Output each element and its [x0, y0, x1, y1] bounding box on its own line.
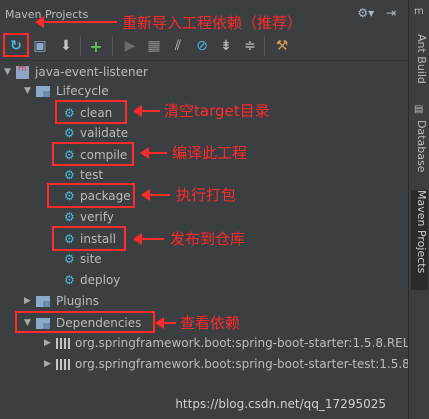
annotation-package: 执行打包 [176, 186, 237, 204]
annotation-clean: 清空target目录 [164, 102, 270, 120]
expand-arrow-icon[interactable]: ▼ [4, 67, 16, 77]
side-tool-strip: m Ant Build ▤ Database Maven Projects [408, 0, 429, 419]
run-icon[interactable]: ▶ [120, 37, 140, 55]
folder-icon [36, 295, 50, 307]
dependencies-highlight [15, 311, 155, 333]
tab-maven-projects[interactable]: Maven Projects [411, 190, 428, 290]
dependency-label: org.springframework.boot:spring-boot-sta… [75, 357, 410, 371]
gear-icon: ⚙ [64, 168, 75, 182]
gear-icon: ⚙ [64, 210, 75, 224]
annotation-arrow [155, 317, 176, 329]
watermark-text: https://blog.csdn.net/qq_17295025 [175, 397, 386, 411]
toolbar-separator [80, 36, 81, 56]
annotation-install: 发布到仓库 [170, 230, 246, 248]
package-highlight [47, 183, 135, 208]
annotation-reimport: 重新导入工程依赖（推荐） [122, 14, 303, 32]
dependency-label: org.springframework.boot:spring-boot-sta… [75, 336, 410, 350]
library-icon [56, 337, 70, 349]
phase-test[interactable]: ⚙ test [64, 166, 103, 184]
dependency-item[interactable]: ▶ org.springframework.boot:spring-boot-s… [44, 355, 410, 373]
project-label: java-event-listener [35, 65, 148, 79]
phase-label: site [80, 252, 102, 266]
dependency-item[interactable]: ▶ org.springframework.boot:spring-boot-s… [44, 334, 409, 352]
phase-label: test [80, 168, 104, 182]
toolbar-separator [112, 36, 113, 56]
database-icon: ▤ [414, 104, 424, 115]
collapse-all-icon[interactable]: ⇟ [216, 37, 236, 55]
expand-arrow-icon[interactable]: ▼ [24, 86, 36, 96]
gear-icon: ⚙ [64, 273, 75, 287]
panel-title: Maven Projects [5, 8, 89, 21]
maven-projects-panel: Maven Projects ⚙▾ ⇥ ↻ ▣ ⬇ + ▶ ▦ ⫽ ⊘ ⇟ ≑ … [0, 0, 410, 419]
phase-validate[interactable]: ⚙ validate [64, 124, 128, 142]
annotation-arrow [141, 189, 170, 201]
expand-arrow-icon[interactable]: ▶ [44, 338, 56, 348]
annotation-arrow [35, 16, 117, 28]
settings-icon[interactable]: ⚒ [272, 37, 292, 55]
gear-icon: ⚙ [64, 126, 75, 140]
annotation-arrow [133, 105, 160, 117]
plugins-node[interactable]: ▶ Plugins [24, 292, 99, 310]
execute-goal-icon[interactable]: ▦ [144, 37, 164, 55]
lifecycle-node[interactable]: ▼ Lifecycle [24, 82, 109, 100]
expand-arrow-icon[interactable]: ▶ [24, 296, 36, 306]
expand-arrow-icon[interactable]: ▶ [44, 359, 56, 369]
reimport-highlight [3, 33, 29, 57]
tab-database[interactable]: Database [411, 120, 428, 173]
annotation-arrow [133, 233, 164, 245]
annotation-dependencies: 查看依赖 [180, 314, 241, 332]
annotation-compile: 编译此工程 [172, 144, 248, 162]
add-icon[interactable]: + [86, 37, 106, 56]
library-icon [56, 358, 70, 370]
project-node[interactable]: ▼ java-event-listener [4, 63, 148, 81]
maven-project-icon [16, 64, 29, 79]
plugins-label: Plugins [56, 294, 99, 308]
toolbar-separator [264, 36, 265, 56]
phase-deploy[interactable]: ⚙ deploy [64, 271, 120, 289]
folder-icon [36, 85, 50, 97]
gear-icon: ⚙ [64, 252, 75, 266]
compile-highlight [52, 142, 134, 166]
install-highlight [52, 226, 126, 251]
gear-dropdown-icon[interactable]: ⚙▾ [357, 6, 374, 20]
clean-highlight [55, 100, 127, 124]
phase-label: validate [80, 126, 129, 140]
toggle-offline-icon[interactable]: ⫽ [168, 37, 188, 55]
phase-verify[interactable]: ⚙ verify [64, 208, 114, 226]
phase-label: deploy [80, 273, 121, 287]
skip-tests-icon[interactable]: ⊘ [192, 37, 212, 55]
maven-tab-icon: m [414, 6, 424, 17]
phase-label: verify [80, 210, 114, 224]
lifecycle-label: Lifecycle [56, 84, 109, 98]
generate-sources-icon[interactable]: ▣ [30, 37, 50, 55]
phase-site[interactable]: ⚙ site [64, 250, 102, 268]
tab-ant-build[interactable]: Ant Build [411, 34, 428, 84]
show-dependencies-icon[interactable]: ≑ [240, 37, 260, 55]
annotation-arrow [140, 147, 167, 159]
hide-panel-icon[interactable]: ⇥ [386, 6, 396, 20]
download-icon[interactable]: ⬇ [56, 37, 76, 55]
